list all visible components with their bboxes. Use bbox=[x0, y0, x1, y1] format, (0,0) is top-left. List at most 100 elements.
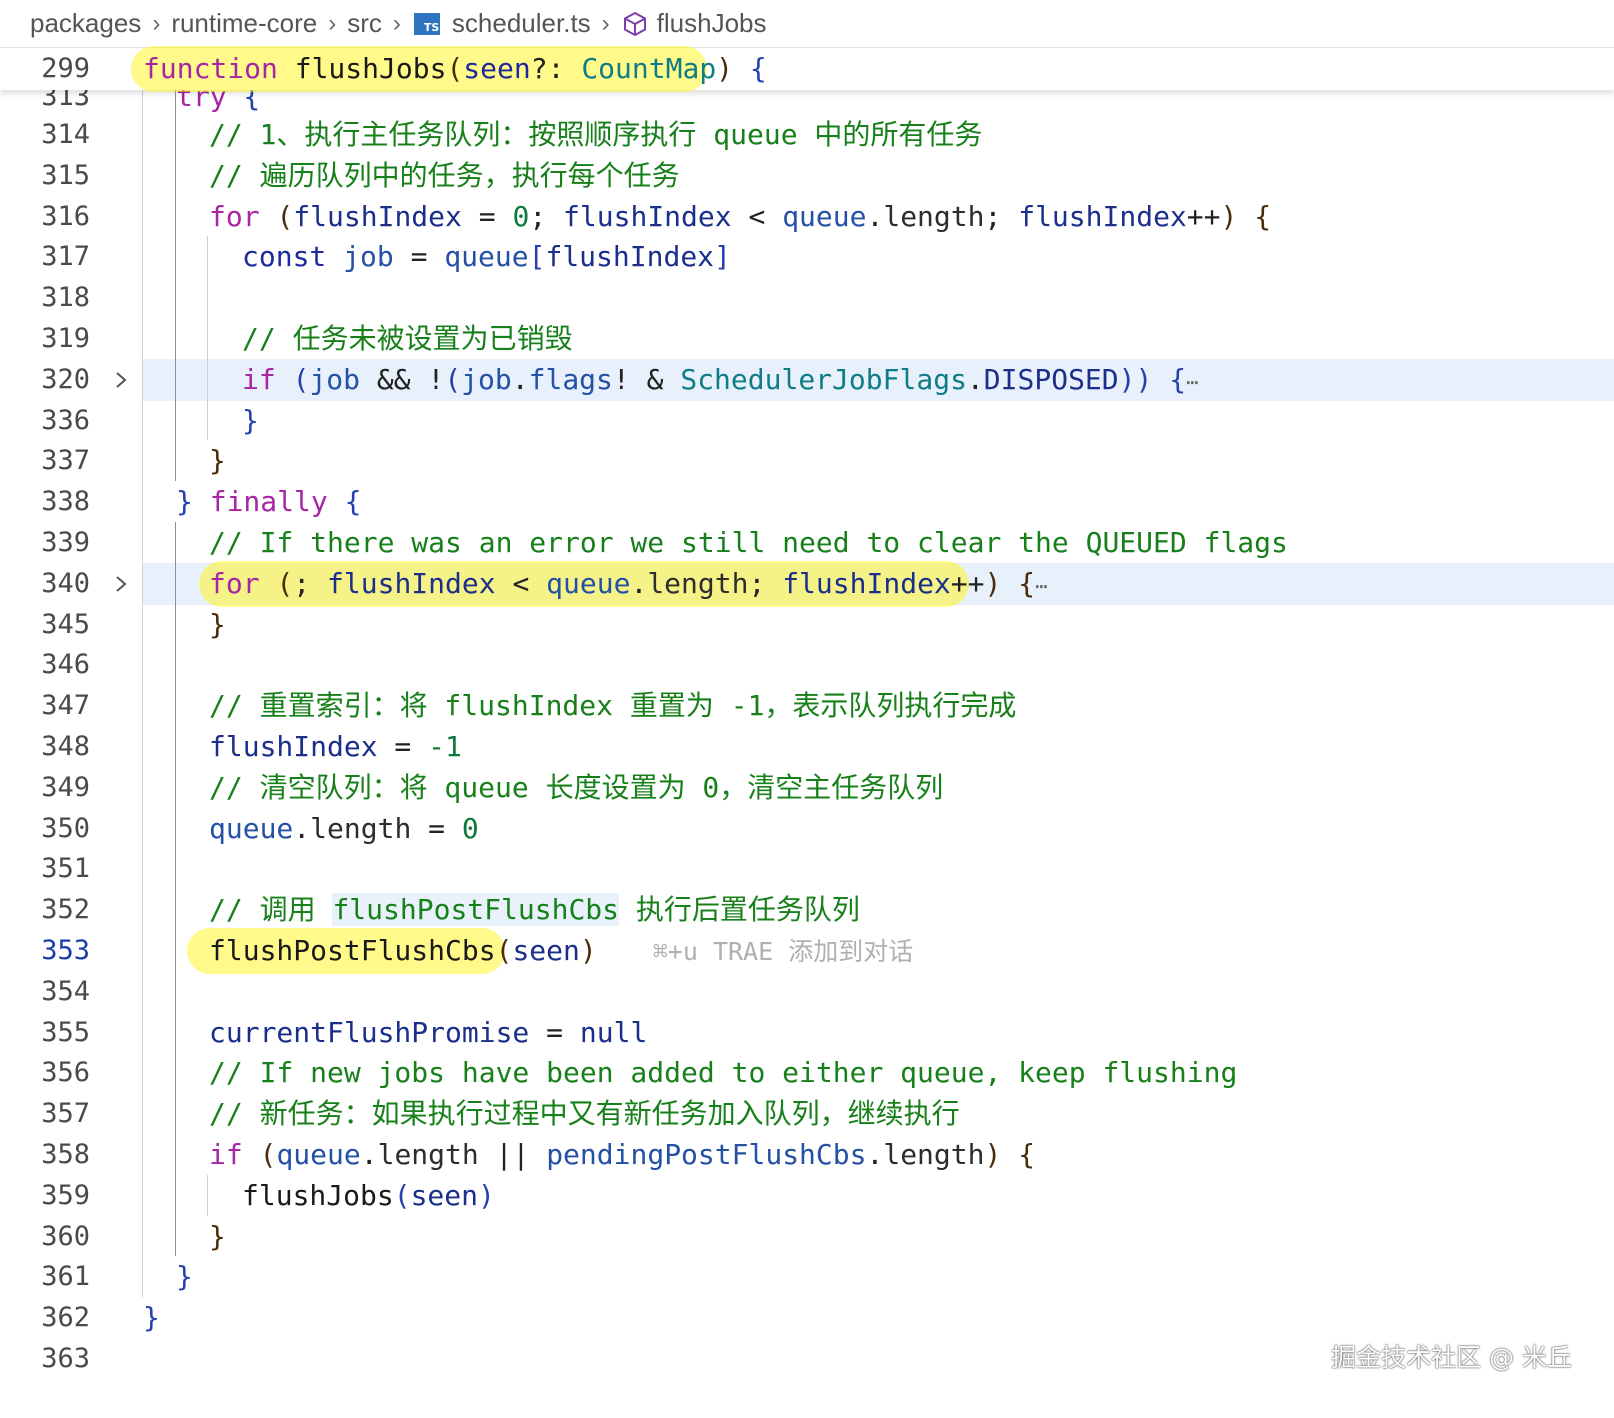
code-content[interactable] bbox=[143, 848, 1614, 890]
code-content[interactable]: flushJobs(seen) bbox=[143, 1175, 1614, 1217]
code-line[interactable]: 320 if (job && !(job.flags! & SchedulerJo… bbox=[0, 358, 1614, 401]
line-number: 358 bbox=[41, 1139, 90, 1170]
line-number: 339 bbox=[41, 527, 90, 558]
code-line[interactable]: 345} bbox=[0, 604, 1614, 646]
code-content[interactable]: // 重置索引：将 flushIndex 重置为 -1，表示队列执行完成 bbox=[143, 685, 1614, 727]
code-content[interactable]: } bbox=[143, 1297, 1614, 1339]
code-token: flushJobs bbox=[294, 52, 447, 85]
code-line[interactable]: 347 // 重置索引：将 flushIndex 重置为 -1，表示队列执行完成 bbox=[0, 685, 1614, 727]
code-content[interactable]: flushIndex = -1 bbox=[143, 726, 1614, 768]
code-content[interactable]: // 1、执行主任务队列：按照顺序执行 queue 中的所有任务 bbox=[143, 114, 1614, 156]
code-content[interactable]: queue.length = 0 bbox=[143, 808, 1614, 850]
code-content[interactable]: } bbox=[143, 440, 1614, 482]
code-line[interactable]: 318 bbox=[0, 277, 1614, 319]
code-content[interactable]: currentFlushPromise = null bbox=[143, 1012, 1614, 1054]
code-line[interactable]: 353 flushPostFlushCbs(seen) ⌘+u TRAE 添加到对话 bbox=[0, 928, 1614, 974]
code-content[interactable]: } bbox=[143, 604, 1614, 646]
code-content[interactable]: // If new jobs have been added to either… bbox=[143, 1052, 1614, 1094]
code-token: CountMap bbox=[581, 52, 717, 85]
code-content[interactable]: // 遍历队列中的任务，执行每个任务 bbox=[143, 155, 1614, 197]
code-line[interactable]: 315 // 遍历队列中的任务，执行每个任务 bbox=[0, 155, 1614, 197]
code-line[interactable]: 359 flushJobs(seen) bbox=[0, 1175, 1614, 1217]
chevron-right-icon: › bbox=[328, 9, 337, 37]
code-line[interactable]: 314 // 1、执行主任务队列：按照顺序执行 queue 中的所有任务 bbox=[0, 114, 1614, 156]
code-line[interactable]: 361} bbox=[0, 1256, 1614, 1298]
code-line[interactable]: 355 currentFlushPromise = null bbox=[0, 1012, 1614, 1054]
folded-region-ellipsis[interactable]: ⋯ bbox=[1035, 574, 1047, 598]
code-line[interactable]: 350 queue.length = 0 bbox=[0, 808, 1614, 850]
code-token: flushJobs bbox=[242, 1178, 394, 1212]
code-text: // 遍历队列中的任务，执行每个任务 bbox=[209, 155, 680, 197]
code-content[interactable]: } bbox=[143, 1256, 1614, 1298]
line-number: 337 bbox=[41, 445, 90, 477]
code-token: . bbox=[360, 1138, 378, 1171]
code-content[interactable]: for (flushIndex = 0; flushIndex < queue.… bbox=[143, 196, 1614, 238]
code-token: ++ bbox=[1186, 199, 1221, 233]
code-token: . bbox=[866, 1138, 884, 1171]
code-line[interactable]: 357 // 新任务：如果执行过程中又有新任务加入队列，继续执行 bbox=[0, 1093, 1614, 1135]
code-token: = bbox=[529, 1015, 580, 1049]
code-content[interactable]: } finally { bbox=[143, 481, 1614, 523]
code-line[interactable]: 360} bbox=[0, 1216, 1614, 1258]
code-token: ] bbox=[714, 240, 731, 274]
code-line[interactable]: 299 function flushJobs(seen?: CountMap) { bbox=[0, 46, 1614, 92]
code-content[interactable] bbox=[143, 971, 1614, 1013]
code-token: // 遍历队列中的任务，执行每个任务 bbox=[209, 158, 680, 192]
line-number: 347 bbox=[41, 690, 90, 722]
code-content[interactable]: for (; flushIndex < queue.length; flushI… bbox=[143, 560, 1614, 607]
code-line[interactable]: 338} finally { bbox=[0, 481, 1614, 523]
line-number: 320 bbox=[41, 363, 90, 395]
code-token: { bbox=[1169, 362, 1187, 396]
breadcrumb-item-file[interactable]: scheduler.ts bbox=[452, 8, 591, 39]
code-token: } bbox=[176, 485, 193, 519]
code-line[interactable]: 316 for (flushIndex = 0; flushIndex < que… bbox=[0, 196, 1614, 238]
code-content[interactable]: // 新任务：如果执行过程中又有新任务加入队列，继续执行 bbox=[143, 1093, 1614, 1135]
code-token: & bbox=[629, 362, 681, 396]
code-content[interactable] bbox=[143, 277, 1614, 319]
code-content[interactable]: // If there was an error we still need t… bbox=[143, 522, 1614, 564]
fold-chevron-right-icon[interactable] bbox=[108, 359, 134, 401]
breadcrumb-item-symbol[interactable]: flushJobs bbox=[657, 8, 767, 39]
code-content[interactable]: flushPostFlushCbs(seen) ⌘+u TRAE 添加到对话 bbox=[143, 928, 1614, 974]
inline-hint-add-to-chat[interactable]: ⌘+u TRAE 添加到对话 bbox=[653, 937, 913, 966]
code-content[interactable] bbox=[143, 644, 1614, 686]
code-line[interactable]: 317 const job = queue[flushIndex] bbox=[0, 236, 1614, 278]
code-line[interactable]: 351 bbox=[0, 848, 1614, 890]
code-line[interactable]: 358 if (queue.length || pendingPostFlushC… bbox=[0, 1134, 1614, 1176]
folded-region-ellipsis[interactable]: ⋯ bbox=[1186, 370, 1198, 394]
fold-chevron-right-icon[interactable] bbox=[108, 563, 134, 605]
breadcrumb-item-packages[interactable]: packages bbox=[30, 8, 141, 39]
code-line[interactable]: 354 bbox=[0, 971, 1614, 1013]
code-line[interactable]: 352 // 调用 flushPostFlushCbs 执行后置任务队列 bbox=[0, 889, 1614, 931]
code-line[interactable]: 346 bbox=[0, 644, 1614, 686]
code-token: . bbox=[966, 362, 984, 396]
code-content[interactable]: // 调用 flushPostFlushCbs 执行后置任务队列 bbox=[143, 889, 1614, 931]
code-line[interactable]: 319 // 任务未被设置为已销毁 bbox=[0, 318, 1614, 360]
code-line[interactable]: 362} bbox=[0, 1297, 1614, 1339]
code-content[interactable]: if (job && !(job.flags! & SchedulerJobFl… bbox=[143, 358, 1614, 401]
code-line[interactable]: 356 // If new jobs have been added to eit… bbox=[0, 1052, 1614, 1094]
code-editor[interactable]: 299 function flushJobs(seen?: CountMap) {… bbox=[0, 46, 1614, 1418]
code-content[interactable]: } bbox=[143, 400, 1614, 442]
code-line[interactable]: 336} bbox=[0, 400, 1614, 442]
code-line[interactable]: 337} bbox=[0, 440, 1614, 482]
code-content[interactable]: // 清空队列：将 queue 长度设置为 0，清空主任务队列 bbox=[143, 767, 1614, 809]
code-token: // 1、执行主任务队列：按照顺序执行 queue 中的所有任务 bbox=[209, 118, 983, 151]
breadcrumb-item-src[interactable]: src bbox=[347, 8, 382, 39]
watermark: 掘金技术社区 @ 米丘 bbox=[1331, 1343, 1572, 1372]
code-content[interactable]: function flushJobs(seen?: CountMap) { bbox=[131, 46, 1614, 92]
code-line[interactable]: 348 flushIndex = -1 bbox=[0, 726, 1614, 768]
code-line[interactable]: 339 // If there was an error we still nee… bbox=[0, 522, 1614, 564]
breadcrumb-item-runtime-core[interactable]: runtime-core bbox=[171, 8, 317, 39]
code-content[interactable]: } bbox=[143, 1216, 1614, 1258]
code-content[interactable]: const job = queue[flushIndex] bbox=[143, 236, 1614, 278]
code-content[interactable]: // 任务未被设置为已销毁 bbox=[143, 318, 1614, 360]
code-token: ; bbox=[984, 199, 1019, 233]
code-line[interactable]: 340 for (; flushIndex < queue.length; flu… bbox=[0, 560, 1614, 607]
code-content[interactable]: if (queue.length || pendingPostFlushCbs.… bbox=[143, 1134, 1614, 1176]
code-line[interactable]: 349 // 清空队列：将 queue 长度设置为 0，清空主任务队列 bbox=[0, 767, 1614, 809]
code-token: = bbox=[411, 811, 462, 845]
